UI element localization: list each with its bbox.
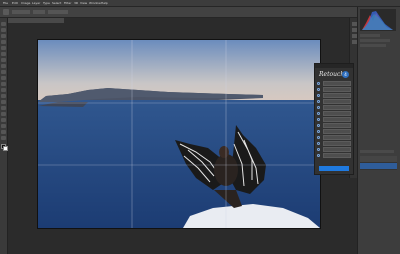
- option-field[interactable]: [33, 10, 45, 14]
- layers-panel-header[interactable]: [360, 150, 394, 153]
- plugin-action-button[interactable]: [323, 87, 351, 92]
- option-field[interactable]: [12, 10, 30, 14]
- panel-tab[interactable]: [360, 34, 380, 37]
- radio-icon[interactable]: [317, 117, 320, 121]
- plugin-action-row[interactable]: [317, 129, 351, 134]
- history-brush-icon[interactable]: [1, 76, 6, 80]
- crop-icon[interactable]: [1, 46, 6, 50]
- retouch-plugin-panel: Retouch 4: [314, 63, 354, 175]
- menu-bar: File Edit Image Layer Type Select Filter…: [0, 0, 400, 7]
- brush-icon[interactable]: [1, 64, 6, 68]
- menu-type[interactable]: Type: [43, 1, 50, 5]
- menu-help[interactable]: Help: [101, 1, 108, 5]
- plugin-action-row[interactable]: [317, 153, 351, 158]
- plugin-header[interactable]: [315, 64, 353, 68]
- eyedropper-icon[interactable]: [1, 52, 6, 56]
- menu-view[interactable]: View: [80, 1, 87, 5]
- radio-icon[interactable]: [317, 111, 320, 115]
- pen-icon[interactable]: [1, 106, 6, 110]
- option-field[interactable]: [48, 10, 68, 14]
- radio-icon[interactable]: [317, 135, 320, 139]
- plugin-action-button[interactable]: [323, 123, 351, 128]
- plugin-logo: Retouch: [319, 71, 345, 78]
- plugin-action-button[interactable]: [323, 111, 351, 116]
- quick-select-icon[interactable]: [1, 40, 6, 44]
- menu-file[interactable]: File: [3, 1, 8, 5]
- dodge-icon[interactable]: [1, 100, 6, 104]
- plugin-action-row[interactable]: [317, 111, 351, 116]
- radio-icon[interactable]: [317, 153, 320, 157]
- options-bar: [0, 7, 400, 18]
- tools-panel: [0, 18, 8, 254]
- panel-icon[interactable]: [351, 34, 357, 38]
- panel-tab[interactable]: [360, 39, 390, 42]
- menu-image[interactable]: Image: [21, 1, 30, 5]
- type-icon[interactable]: [1, 112, 6, 116]
- shape-icon[interactable]: [1, 124, 6, 128]
- document-tab[interactable]: [4, 18, 64, 23]
- document-canvas[interactable]: [38, 40, 320, 228]
- radio-icon[interactable]: [317, 129, 320, 133]
- gradient-icon[interactable]: [1, 88, 6, 92]
- histogram-graph: [362, 11, 393, 30]
- plugin-action-button[interactable]: [323, 81, 351, 86]
- plugin-action-button[interactable]: [323, 105, 351, 110]
- radio-icon[interactable]: [317, 87, 320, 91]
- plugin-action-row[interactable]: [317, 141, 351, 146]
- move-icon[interactable]: [1, 22, 6, 26]
- menu-window[interactable]: Window: [89, 1, 101, 5]
- plugin-action-row[interactable]: [317, 117, 351, 122]
- plugin-action-button[interactable]: [323, 135, 351, 140]
- radio-icon[interactable]: [317, 81, 320, 85]
- blur-icon[interactable]: [1, 94, 6, 98]
- healing-icon[interactable]: [1, 58, 6, 62]
- marquee-icon[interactable]: [1, 28, 6, 32]
- menu-select[interactable]: Select: [52, 1, 61, 5]
- radio-icon[interactable]: [317, 99, 320, 103]
- plugin-action-row[interactable]: [317, 93, 351, 98]
- plugin-action-button[interactable]: [323, 147, 351, 152]
- menu-layer[interactable]: Layer: [32, 1, 40, 5]
- lasso-icon[interactable]: [1, 34, 6, 38]
- radio-icon[interactable]: [317, 147, 320, 151]
- menu-3d[interactable]: 3D: [74, 1, 78, 5]
- plugin-action-button[interactable]: [323, 93, 351, 98]
- plugin-action-button[interactable]: [323, 129, 351, 134]
- panel-icon[interactable]: [351, 22, 357, 26]
- panel-icon[interactable]: [351, 40, 357, 44]
- plugin-action-button[interactable]: [323, 141, 351, 146]
- plugin-action-row[interactable]: [317, 99, 351, 104]
- hand-icon[interactable]: [1, 130, 6, 134]
- radio-icon[interactable]: [317, 105, 320, 109]
- radio-icon[interactable]: [317, 141, 320, 145]
- panel-tab[interactable]: [360, 44, 386, 47]
- radio-icon[interactable]: [317, 123, 320, 127]
- plugin-apply-button[interactable]: [319, 166, 349, 171]
- background-color-swatch[interactable]: [3, 146, 8, 151]
- plugin-action-row[interactable]: [317, 135, 351, 140]
- radio-icon[interactable]: [317, 93, 320, 97]
- eraser-icon[interactable]: [1, 82, 6, 86]
- layer-row-selected[interactable]: [360, 163, 397, 170]
- menu-filter[interactable]: Filter: [64, 1, 71, 5]
- histogram-panel: [360, 9, 396, 31]
- path-select-icon[interactable]: [1, 118, 6, 122]
- photo-santorini-seagull: [38, 40, 320, 228]
- plugin-action-row[interactable]: [317, 105, 351, 110]
- plugin-action-button[interactable]: [323, 153, 351, 158]
- zoom-icon[interactable]: [1, 136, 6, 140]
- plugin-version-badge: 4: [342, 71, 349, 78]
- menu-edit[interactable]: Edit: [12, 1, 18, 5]
- panel-icon[interactable]: [351, 28, 357, 32]
- layer-row[interactable]: [360, 156, 397, 163]
- plugin-action-row[interactable]: [317, 87, 351, 92]
- plugin-action-button[interactable]: [323, 117, 351, 122]
- plugin-action-row[interactable]: [317, 123, 351, 128]
- plugin-action-button[interactable]: [323, 99, 351, 104]
- plugin-action-row[interactable]: [317, 147, 351, 152]
- plugin-action-row[interactable]: [317, 81, 351, 86]
- tool-preset-icon[interactable]: [3, 9, 9, 15]
- stamp-icon[interactable]: [1, 70, 6, 74]
